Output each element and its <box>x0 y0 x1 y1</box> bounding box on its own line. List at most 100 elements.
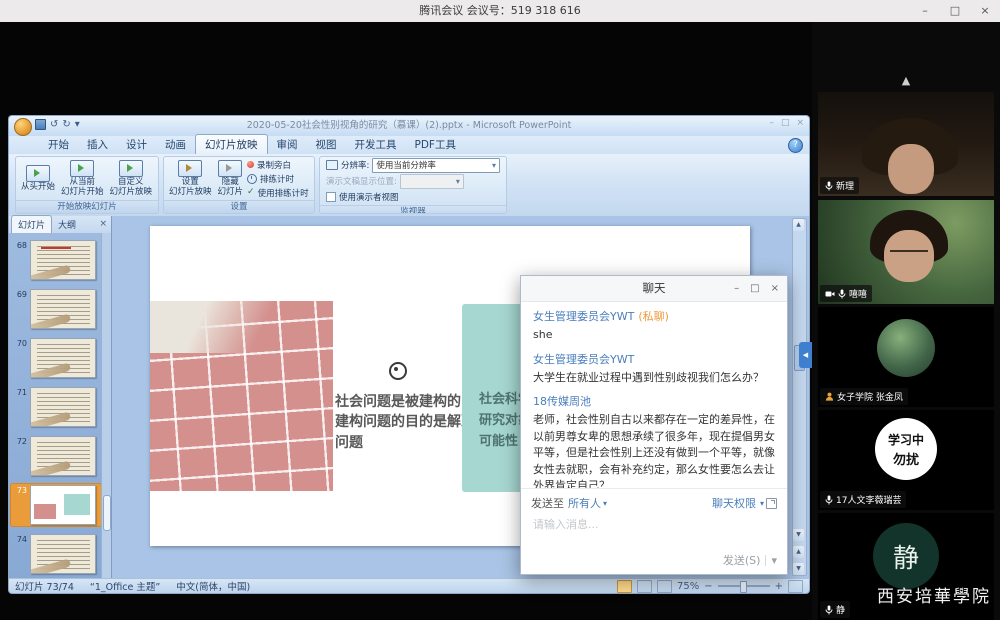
zoom-out-button[interactable]: − <box>704 581 712 592</box>
participant-tile-2[interactable]: 嘻嘻 <box>818 200 994 304</box>
presenter-view-checkbox[interactable]: 使用演示者视图 <box>326 190 500 204</box>
group-label-monitors: 监视器 <box>320 205 506 214</box>
zoom-slider-thumb[interactable] <box>740 581 747 593</box>
setup-slideshow-button[interactable]: 设置 幻灯片放映 <box>167 159 214 199</box>
videos-scroll-up-icon[interactable]: ▲ <box>812 74 1000 87</box>
previous-slide-button[interactable]: ▲ <box>793 546 804 558</box>
send-to-selector[interactable]: 所有人 <box>568 495 601 511</box>
close-button[interactable]: × <box>970 0 1000 22</box>
slide-thumbnail-68[interactable]: 68 <box>11 239 101 281</box>
chat-permission-button[interactable]: 聊天权限 <box>712 495 756 511</box>
ppt-maximize-button[interactable]: □ <box>781 118 790 128</box>
tab-animations[interactable]: 动画 <box>156 135 195 154</box>
slide-thumbnail-72[interactable]: 72 <box>11 435 101 477</box>
from-beginning-button[interactable]: 从头开始 <box>19 164 57 194</box>
message-author[interactable]: 女生管理委员会YWT <box>533 353 634 366</box>
ribbon-group-monitors: 分辨率: 使用当前分辨率 ▾ 演示文稿显示位置: ▾ <box>319 156 507 214</box>
slide-thumbnail-73-selected[interactable]: 73 <box>11 484 101 526</box>
thumbnail-scrollbar[interactable] <box>101 233 111 578</box>
use-rehearsed-timings-checkbox[interactable]: ✓ 使用排练计时 <box>247 187 309 199</box>
person-icon <box>825 392 834 401</box>
fit-to-window-button[interactable] <box>788 580 803 593</box>
chat-header[interactable]: 聊天 – □ × <box>521 276 787 302</box>
sidebar-collapse-handle[interactable]: ◀ <box>799 342 812 368</box>
meeting-titlebar: 腾讯会议 会议号：519 318 616 – □ × <box>0 0 1000 23</box>
tab-insert[interactable]: 插入 <box>78 135 117 154</box>
display-position-label: 演示文稿显示位置: <box>326 175 397 187</box>
custom-slideshow-button[interactable]: 自定义 幻灯片放映 <box>108 159 155 199</box>
tab-outline[interactable]: 大纲 <box>52 216 82 233</box>
popout-icon[interactable] <box>766 498 777 509</box>
tab-developer[interactable]: 开发工具 <box>346 135 406 154</box>
tab-design[interactable]: 设计 <box>117 135 156 154</box>
setup-show-icon <box>178 160 202 177</box>
group-label-start-slideshow: 开始放映幻灯片 <box>16 200 158 213</box>
chat-close-button[interactable]: × <box>771 283 779 294</box>
ribbon-group-setup: 设置 幻灯片放映 隐藏 幻灯片 录制旁白 <box>163 156 315 214</box>
participant-tile-1[interactable]: 新理 <box>818 92 994 196</box>
zoom-slider[interactable] <box>718 585 770 587</box>
chat-minimize-button[interactable]: – <box>734 283 739 294</box>
app-root: 腾讯会议 会议号：519 318 616 – □ × ↺ ↻ ▾ 2020-05… <box>0 0 1000 620</box>
slides-pane: 幻灯片 大纲 × 68 69 70 <box>9 216 112 578</box>
chat-message: 18传媒周池 老师，社会性别自古以来都存在一定的差异性，在以前男尊女卑的思想承续… <box>533 393 775 488</box>
school-watermark: 西安培華學院 <box>877 582 991 607</box>
send-to-label: 发送至 <box>531 495 564 511</box>
scroll-up-icon[interactable]: ▲ <box>793 219 804 231</box>
scroll-down-icon[interactable]: ▼ <box>793 529 804 541</box>
ppt-titlebar[interactable]: ↺ ↻ ▾ 2020-05-20社会性别视角的研究（慕课）(2).pptx - … <box>8 115 810 136</box>
send-button[interactable]: 发送(S) ▾ <box>723 552 777 568</box>
chevron-down-icon[interactable]: ▾ <box>603 499 607 508</box>
message-author[interactable]: 女生管理委员会YWT <box>533 310 634 323</box>
participant-label: 女子学院 张金凤 <box>820 388 908 405</box>
zoom-in-button[interactable]: + <box>775 581 783 592</box>
chevron-down-icon[interactable]: ▾ <box>760 499 764 508</box>
participant-tile-5[interactable]: 静 西安培華學院 静 <box>818 513 994 620</box>
slide-thumbnail-74[interactable]: 74 <box>11 533 101 575</box>
thumbnail-image <box>30 436 96 476</box>
send-options-caret[interactable]: ▾ <box>771 554 777 567</box>
slideshow-view-button[interactable] <box>657 580 672 593</box>
ppt-close-button[interactable]: × <box>796 118 804 128</box>
minimize-button[interactable]: – <box>910 0 940 22</box>
help-button[interactable]: ? <box>788 138 803 153</box>
participant-tile-3[interactable]: 女子学院 张金凤 <box>818 307 994 407</box>
thumbnail-image <box>30 534 96 574</box>
tab-pdf-tools[interactable]: PDF工具 <box>406 135 465 154</box>
tab-slides-thumbnails[interactable]: 幻灯片 <box>11 215 52 233</box>
normal-view-button[interactable] <box>617 580 632 593</box>
slide-thumbnail-70[interactable]: 70 <box>11 337 101 379</box>
maximize-button[interactable]: □ <box>940 0 970 22</box>
tab-slideshow[interactable]: 幻灯片放映 <box>195 134 268 154</box>
ppt-window-controls: – □ × <box>769 118 804 128</box>
slide-thumbnail-71[interactable]: 71 <box>11 386 101 428</box>
chat-window-controls: – □ × <box>734 276 779 301</box>
tab-view[interactable]: 视图 <box>307 135 346 154</box>
tab-review[interactable]: 审阅 <box>268 135 307 154</box>
slide-sorter-view-button[interactable] <box>637 580 652 593</box>
tab-home[interactable]: 开始 <box>39 135 78 154</box>
resolution-dropdown[interactable]: 使用当前分辨率 ▾ <box>372 158 500 173</box>
participant-label: 静 <box>820 601 850 618</box>
language-indicator: 中文(简体，中国) <box>176 579 250 593</box>
scrollbar-thumb[interactable] <box>103 495 111 531</box>
rehearse-timings-button[interactable]: 排练计时 <box>247 173 309 185</box>
thumbnail-image <box>30 485 96 525</box>
hide-slide-button[interactable]: 隐藏 幻灯片 <box>216 159 246 199</box>
chat-message-input[interactable] <box>531 517 781 532</box>
chat-maximize-button[interactable]: □ <box>750 283 759 294</box>
next-slide-button[interactable]: ▼ <box>793 563 804 575</box>
slide-thumbnail-69[interactable]: 69 <box>11 288 101 330</box>
pane-close-icon[interactable]: × <box>99 219 107 229</box>
slide-scrollbar[interactable]: ▲ ▼ ▲ ▼ <box>792 218 807 576</box>
record-narration-button[interactable]: 录制旁白 <box>247 159 309 171</box>
participant-label: 新理 <box>820 177 859 194</box>
resolution-label: 分辨率: <box>341 159 369 171</box>
check-icon: ✓ <box>247 188 255 197</box>
message-author[interactable]: 18传媒周池 <box>533 395 591 408</box>
ppt-minimize-button[interactable]: – <box>769 118 774 128</box>
from-current-slide-button[interactable]: 从当前 幻灯片开始 <box>59 159 106 199</box>
chat-message-list[interactable]: 女生管理委员会YWT(私聊) she 女生管理委员会YWT 大学生在就业过程中遇… <box>521 302 787 488</box>
thumbnail-image <box>30 289 96 329</box>
participant-tile-4[interactable]: 学习中 勿扰 17人文李薇瑞芸 <box>818 410 994 510</box>
